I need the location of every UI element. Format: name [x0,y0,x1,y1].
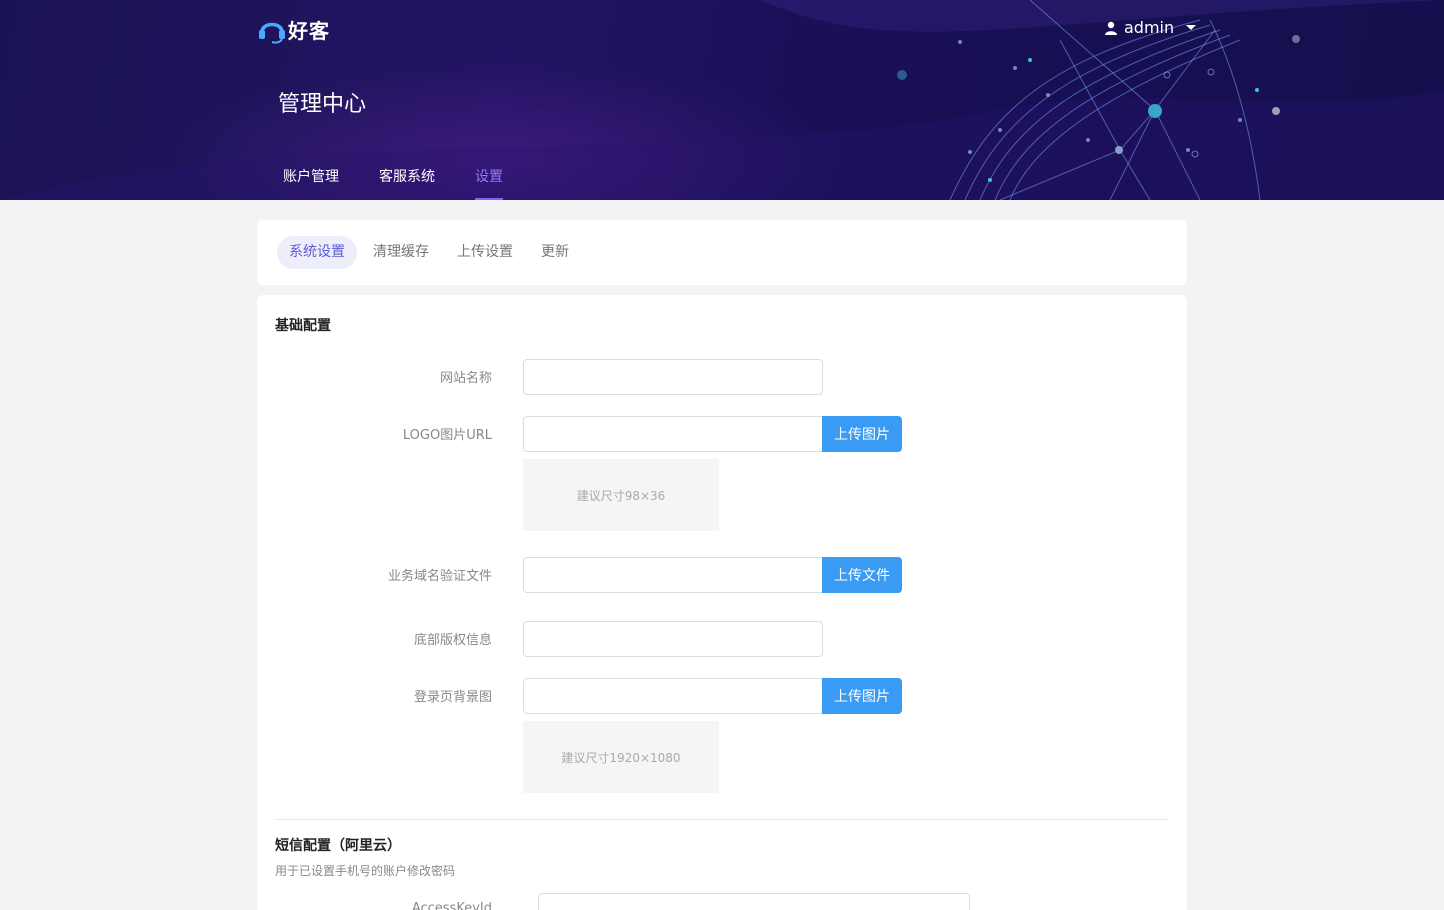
upload-login-bg-button[interactable]: 上传图片 [822,678,902,714]
login-bg-input[interactable] [523,678,823,714]
logo-preview[interactable]: 建议尺寸98×36 [523,459,719,531]
tab-update[interactable]: 更新 [529,236,581,269]
logo-text: 好客 [288,18,330,43]
copyright-label: 底部版权信息 [413,633,492,648]
site-name-input[interactable] [523,359,823,395]
main-nav: 账户管理 客服系统 设置 [283,166,503,200]
page-title: 管理中心 [278,92,367,117]
nav-account-management[interactable]: 账户管理 [283,166,339,200]
user-menu[interactable]: admin [1104,18,1197,37]
headset-icon [259,22,285,44]
login-bg-preview[interactable]: 建议尺寸1920×1080 [523,721,719,793]
tab-system-settings[interactable]: 系统设置 [277,236,357,269]
network-decoration [0,0,1444,200]
header-banner: 好客 admin 管理中心 账户管理 客服系统 设置 [0,0,1444,200]
user-icon [1105,21,1117,35]
settings-tabs-card: 系统设置 清理缓存 上传设置 更新 [257,220,1187,285]
section-title-sms: 短信配置（阿里云） [275,838,401,854]
domain-file-label: 业务域名验证文件 [387,569,492,584]
access-key-input[interactable] [538,893,970,910]
settings-form-card: 基础配置 网站名称 LOGO图片URL 上传图片 建议尺寸98×36 业务域名验… [257,295,1187,910]
copyright-input[interactable] [523,621,823,657]
logo[interactable]: 好客 [258,14,330,44]
logo-url-input[interactable] [523,416,823,452]
logo-size-hint: 建议尺寸98×36 [576,488,666,503]
tab-upload-settings[interactable]: 上传设置 [445,236,525,269]
domain-file-input[interactable] [523,557,823,593]
sms-description: 用于已设置手机号的账户修改密码 [275,864,456,878]
login-bg-size-hint: 建议尺寸1920×1080 [561,750,681,765]
settings-subtabs: 系统设置 清理缓存 上传设置 更新 [277,236,585,269]
section-divider [275,819,1169,820]
upload-file-button[interactable]: 上传文件 [822,557,902,593]
tab-clear-cache[interactable]: 清理缓存 [361,236,441,269]
nav-customer-service[interactable]: 客服系统 [379,166,435,200]
login-bg-label: 登录页背景图 [413,690,492,705]
caret-down-icon [1186,25,1197,30]
access-key-label: AccessKeyId [411,901,492,910]
user-name: admin [1124,18,1175,37]
nav-settings[interactable]: 设置 [475,166,503,200]
logo-url-label: LOGO图片URL [402,428,492,443]
section-title-basic: 基础配置 [275,318,331,334]
upload-logo-button[interactable]: 上传图片 [822,416,902,452]
site-name-label: 网站名称 [439,371,492,386]
